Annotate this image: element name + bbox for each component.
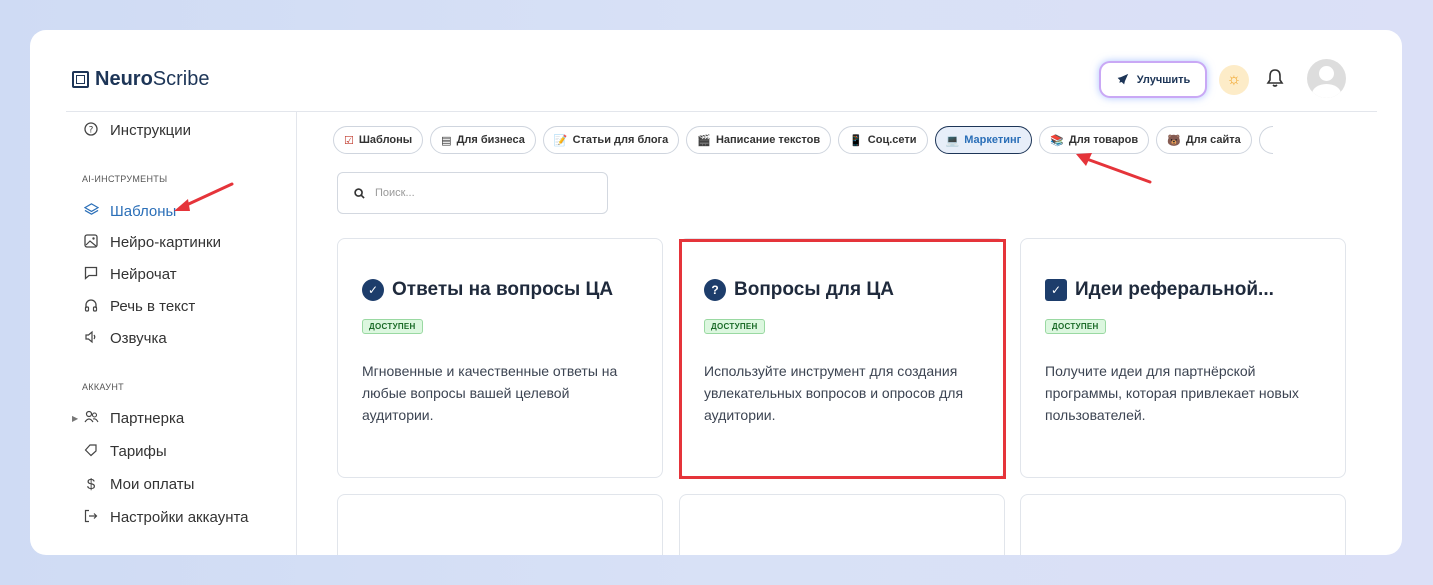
avatar[interactable] [1307, 59, 1346, 98]
status-badge: ДОСТУПЕН [704, 319, 765, 334]
app-window: NeuroScribe Улучшить ☼ ? Инструкции AI-И… [30, 30, 1402, 555]
memo-icon: 📝 [553, 134, 568, 147]
books-icon: 📚 [1050, 134, 1064, 147]
status-badge: ДОСТУПЕН [362, 319, 423, 334]
tab-partial[interactable] [1258, 126, 1273, 154]
sidebar-item-label: Нейро-картинки [110, 234, 221, 251]
tab-blog[interactable]: 📝 Статьи для блога [542, 126, 680, 154]
svg-text:?: ? [89, 126, 94, 136]
template-card[interactable] [337, 494, 663, 555]
help-circle-icon: ? [82, 122, 100, 139]
tab-website[interactable]: 🐻 Для сайта [1156, 126, 1252, 154]
logout-icon [82, 509, 100, 526]
header-divider [66, 111, 1377, 112]
sidebar-item-voiceover[interactable]: Озвучка [82, 330, 167, 347]
headphones-icon [82, 298, 100, 315]
theme-toggle-button[interactable]: ☼ [1219, 65, 1249, 95]
rocket-icon [1117, 73, 1128, 85]
image-icon [82, 234, 100, 251]
layers-icon [82, 202, 100, 220]
tab-templates[interactable]: ☑ Шаблоны [333, 126, 424, 154]
sidebar-item-label: Озвучка [110, 330, 167, 347]
users-icon [82, 410, 100, 427]
search-input[interactable]: Поиск... [337, 172, 608, 214]
tab-writing[interactable]: 🎬 Написание текстов [686, 126, 832, 154]
sidebar-item-label: Нейрочат [110, 266, 177, 283]
check-circle-icon: ✓ [362, 279, 384, 301]
checkbox-icon: ☑ [344, 134, 354, 147]
dollar-icon: $ [86, 476, 96, 493]
sidebar-item-speech-to-text[interactable]: Речь в текст [82, 298, 195, 315]
phone-icon: 📱 [849, 134, 863, 147]
card-title: ✓ Идеи реферальной... [1045, 279, 1274, 301]
section-ai-tools: AI-ИНСТРУМЕНТЫ [82, 174, 168, 184]
check-square-icon: ✓ [1045, 279, 1067, 301]
annotation-arrow-tab [1076, 153, 1152, 184]
tag-icon [82, 443, 100, 460]
question-circle-icon: ? [704, 279, 726, 301]
sidebar-item-neurochat[interactable]: Нейрочат [82, 266, 177, 283]
search-icon [354, 187, 365, 199]
card-title: ? Вопросы для ЦА [704, 279, 894, 301]
sidebar-item-label: Настройки аккаунта [110, 509, 249, 526]
sidebar-item-label: Инструкции [110, 122, 192, 139]
sun-icon: ☼ [1226, 71, 1242, 88]
logo-bold: Neuro [95, 68, 153, 90]
sidebar-item-neuro-images[interactable]: Нейро-картинки [82, 234, 221, 251]
tab-marketing[interactable]: 💻 Маркетинг [934, 126, 1033, 154]
laptop-icon: 💻 [945, 134, 960, 147]
card-description: Получите идеи для партнёрской программы,… [1045, 363, 1299, 423]
logo[interactable]: NeuroScribe [72, 68, 210, 91]
notifications-button[interactable] [1266, 68, 1284, 94]
template-card[interactable]: ? Вопросы для ЦА ДОСТУПЕН Используйте ин… [679, 238, 1005, 478]
sidebar-item-label: Шаблоны [110, 202, 177, 220]
card-description: Мгновенные и качественные ответы на любы… [362, 363, 618, 423]
status-badge: ДОСТУПЕН [1045, 319, 1106, 334]
card-title: ✓ Ответы на вопросы ЦА [362, 279, 613, 301]
sidebar-item-label: Партнерка [110, 410, 185, 427]
clapper-icon: 🎬 [697, 134, 711, 147]
sidebar-item-payments[interactable]: $ Мои оплаты [82, 476, 195, 493]
template-card[interactable]: ✓ Идеи реферальной... ДОСТУПЕН Получите … [1020, 238, 1346, 478]
chat-icon [82, 266, 100, 283]
sidebar-item-partners[interactable]: Партнерка [82, 410, 184, 427]
template-card[interactable]: ✓ Ответы на вопросы ЦА ДОСТУПЕН Мгновенн… [337, 238, 663, 478]
sidebar-item-label: Мои оплаты [110, 476, 195, 493]
sidebar-item-label: Тарифы [110, 443, 167, 460]
document-icon: ▤ [441, 134, 452, 147]
sidebar-item-account-settings[interactable]: Настройки аккаунта [82, 509, 249, 526]
sidebar-item-templates[interactable]: Шаблоны [82, 202, 176, 220]
logo-light: Scribe [152, 68, 210, 90]
upgrade-label: Улучшить [1136, 73, 1191, 86]
tab-business[interactable]: ▤ Для бизнеса [430, 126, 536, 154]
sidebar-item-tariffs[interactable]: Тарифы [82, 443, 167, 460]
category-tabs: ☑ Шаблоны ▤ Для бизнеса 📝 Статьи для блога … [333, 126, 1273, 154]
sidebar-item-instructions[interactable]: ? Инструкции [82, 122, 191, 139]
upgrade-button[interactable]: Улучшить [1101, 63, 1205, 96]
sidebar-item-label: Речь в текст [110, 298, 196, 315]
bear-icon: 🐻 [1167, 134, 1181, 147]
logo-icon [72, 71, 89, 88]
search-placeholder: Поиск... [375, 187, 415, 199]
card-description: Используйте инструмент для создания увле… [704, 363, 964, 423]
bell-icon [1266, 69, 1284, 87]
template-card[interactable] [679, 494, 1005, 555]
tab-products[interactable]: 📚 Для товаров [1039, 126, 1150, 154]
annotation-arrow-sidebar [174, 182, 234, 211]
speaker-icon [82, 330, 100, 347]
section-account: АККАУНТ [82, 382, 124, 392]
template-card[interactable] [1020, 494, 1346, 555]
tab-social[interactable]: 📱 Соц.сети [838, 126, 928, 154]
sidebar-divider [296, 111, 297, 555]
caret-right-icon[interactable]: ▶ [72, 414, 78, 423]
